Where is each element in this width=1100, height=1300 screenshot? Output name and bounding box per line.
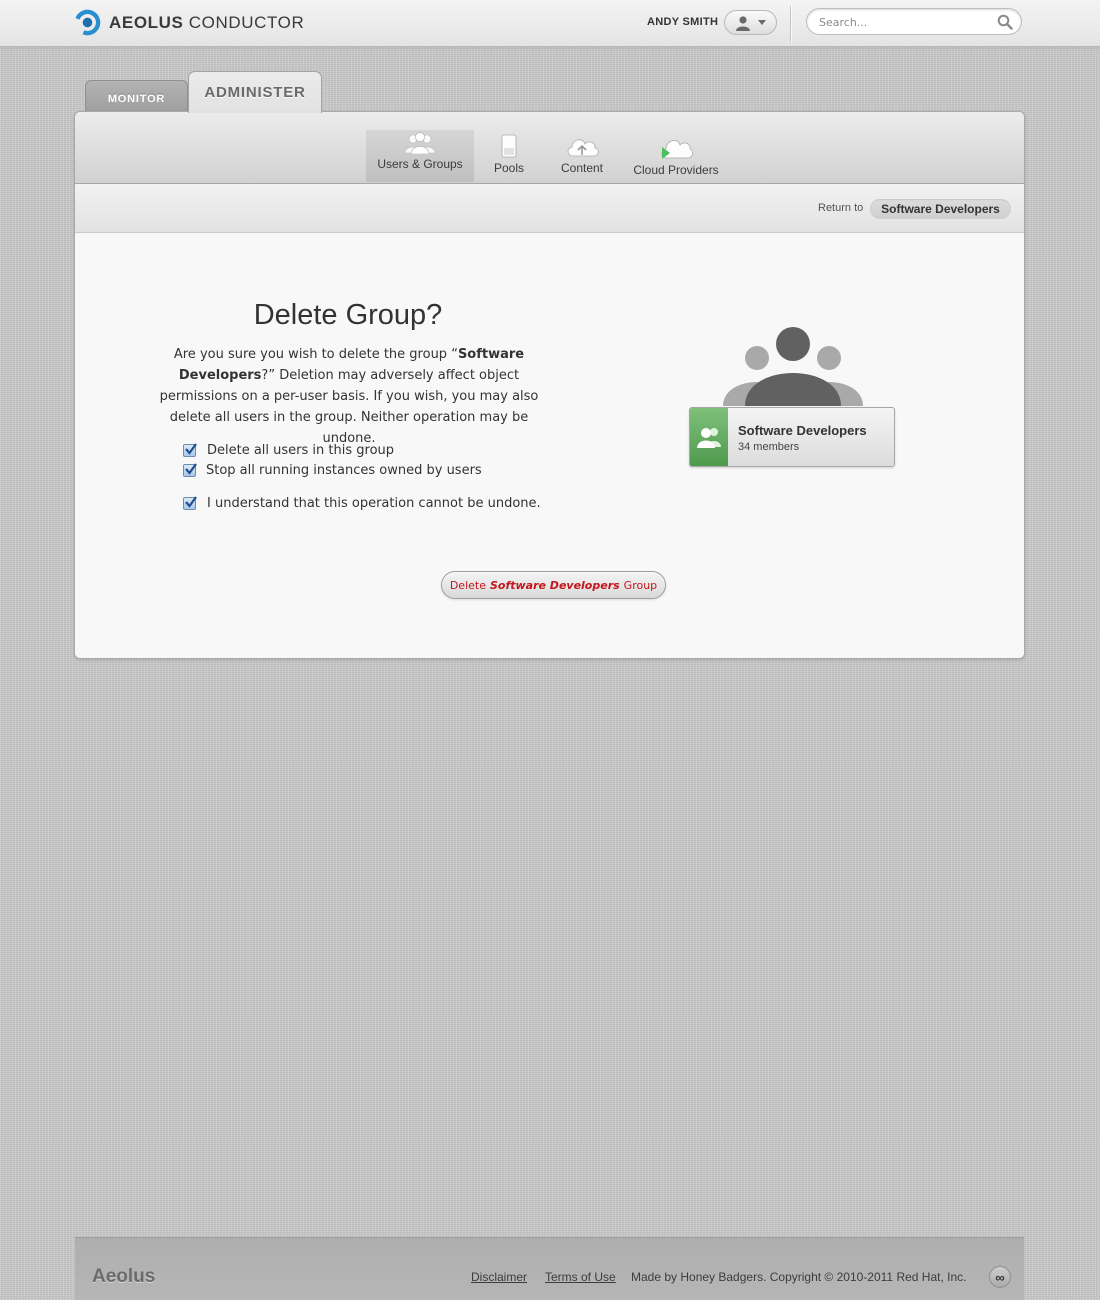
group-member-count: 34 members [738, 441, 800, 453]
app-title: AEOLUS CONDUCTOR [109, 12, 305, 32]
administer-panel: Users & Groups Pools Content Cloud Provi… [74, 111, 1025, 659]
header-divider [790, 6, 792, 42]
footer-copyright: Made by Honey Badgers. Copyright © 2010-… [631, 1270, 967, 1284]
group-silhouette-icon [723, 327, 863, 406]
option-delete-users[interactable]: Delete all users in this group [183, 443, 394, 458]
option-label: I understand that this operation cannot … [207, 496, 541, 511]
page-title: Delete Group? [253, 299, 443, 331]
footer-brand: Aeolus [92, 1266, 156, 1287]
subnav-item-pools[interactable]: Pools [483, 132, 535, 184]
checkmark-icon [185, 443, 197, 455]
aeolus-logo-icon [74, 9, 101, 36]
user-name: ANDY SMITH [647, 16, 719, 28]
subnav-label: Cloud Providers [633, 163, 719, 177]
cloud-upload-icon [567, 139, 599, 157]
delete-group-content: Delete Group? Are you sure you wish to d… [75, 233, 1024, 658]
search-box[interactable] [806, 8, 1022, 35]
return-bar: Return to Software Developers [75, 184, 1024, 233]
user-avatar-icon [736, 15, 750, 31]
group-card-icon-box [690, 408, 728, 466]
checkbox-confirm-irreversible[interactable] [183, 496, 197, 510]
tab-monitor[interactable]: MONITOR [85, 80, 188, 112]
checkmark-icon [185, 496, 197, 508]
subnav-label: Users & Groups [377, 157, 463, 171]
subnav-item-users-groups[interactable]: Users & Groups [366, 130, 474, 182]
subnav-item-content[interactable]: Content [551, 132, 613, 184]
group-card: Software Developers 34 members [689, 407, 895, 467]
subnav-label: Pools [493, 161, 525, 175]
top-header: AEOLUS CONDUCTOR ANDY SMITH [0, 0, 1100, 47]
page-footer: Aeolus Disclaimer Terms of Use Made by H… [75, 1237, 1024, 1300]
delete-warning-text: Are you sure you wish to delete the grou… [159, 347, 539, 446]
chevron-down-icon [758, 20, 766, 25]
option-label: Stop all running instances owned by user… [206, 463, 482, 478]
infinity-badge-icon[interactable]: ∞ [989, 1266, 1011, 1288]
user-menu-button[interactable] [724, 10, 777, 35]
return-to-group-button[interactable]: Software Developers [870, 199, 1011, 219]
checkmark-icon [185, 463, 197, 475]
footer-link-terms[interactable]: Terms of Use [545, 1270, 616, 1284]
group-summary: Software Developers 34 members [689, 327, 897, 480]
checkbox-stop-instances[interactable] [183, 463, 197, 477]
option-stop-instances[interactable]: Stop all running instances owned by user… [183, 463, 482, 478]
tab-administer[interactable]: ADMINISTER [188, 71, 322, 113]
pools-icon [501, 134, 517, 158]
subnav-label: Content [560, 161, 604, 175]
delete-group-button[interactable]: Delete Software Developers Group [441, 571, 666, 599]
return-label: Return to [818, 202, 864, 214]
group-name: Software Developers [738, 423, 867, 438]
users-icon [404, 132, 436, 154]
subnav-item-cloud-providers[interactable]: Cloud Providers [628, 132, 724, 184]
sub-navigation: Users & Groups Pools Content Cloud Provi… [75, 112, 1024, 184]
user-group-icon [697, 428, 721, 448]
option-confirm-irreversible[interactable]: I understand that this operation cannot … [183, 496, 541, 511]
option-label: Delete all users in this group [207, 443, 395, 458]
search-input[interactable] [819, 14, 989, 30]
app-logo[interactable]: AEOLUS CONDUCTOR [74, 9, 304, 36]
footer-link-disclaimer[interactable]: Disclaimer [471, 1270, 527, 1284]
search-icon[interactable] [997, 14, 1013, 30]
checkbox-delete-users[interactable] [183, 443, 197, 457]
cloud-provider-icon [661, 139, 693, 159]
